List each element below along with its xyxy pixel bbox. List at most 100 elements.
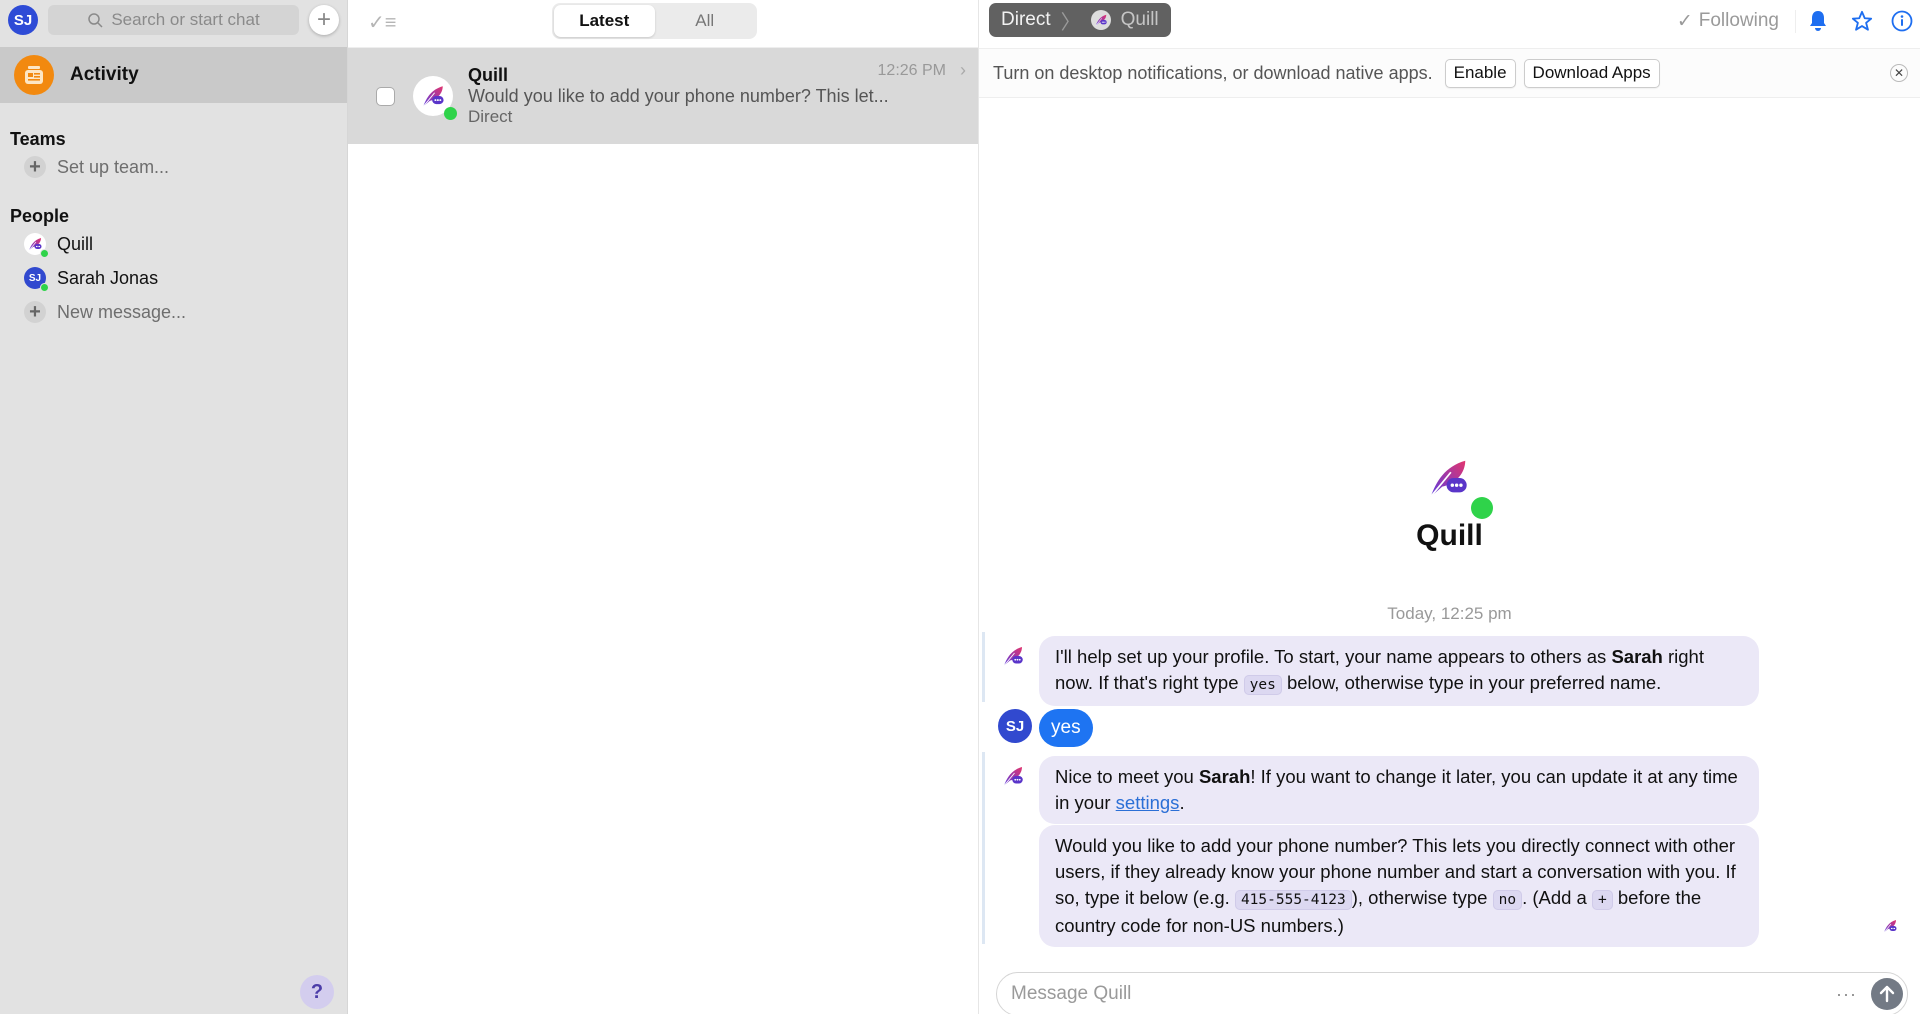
message-bold: Sarah [1611, 646, 1663, 667]
conversation-subtitle: Direct [468, 107, 513, 126]
message-bubble: Would you like to add your phone number?… [1039, 825, 1759, 947]
following-label: Following [1698, 10, 1779, 31]
tab-latest[interactable]: Latest [554, 5, 655, 37]
online-indicator [444, 107, 457, 120]
user-message-bubble: yes [1039, 709, 1093, 747]
app-window: SJ Search or start chat + Activity Teams… [0, 0, 1920, 1014]
chevron-right-icon: › [960, 60, 966, 80]
online-indicator [1470, 497, 1493, 519]
message-row: SJ yes [998, 709, 1093, 747]
message-row: Would you like to add your phone number?… [999, 825, 1759, 947]
conversation-item[interactable]: Quill Would you like to add your phone n… [348, 48, 978, 144]
sidebar-item-activity[interactable]: Activity [0, 47, 347, 103]
user-avatar: SJ [998, 709, 1032, 743]
message-row: I'll help set up your profile. To start,… [999, 636, 1759, 706]
avatar-initials: SJ [28, 272, 42, 284]
conversation-name: Quill [468, 65, 508, 85]
message-row: Nice to meet you Sarah! If you want to c… [999, 756, 1759, 824]
info-icon[interactable] [1884, 10, 1920, 32]
plus-icon: + [24, 156, 46, 178]
help-button[interactable]: ? [300, 975, 334, 1009]
activity-label: Activity [70, 64, 139, 85]
tab-all[interactable]: All [655, 5, 756, 37]
arrow-up-icon [1879, 985, 1895, 1003]
settings-link[interactable]: settings [1116, 792, 1180, 813]
message-text: ), otherwise type [1351, 887, 1493, 908]
user-avatar[interactable]: SJ [8, 5, 38, 35]
new-message-button[interactable]: + New message... [0, 295, 347, 329]
breadcrumb-current[interactable]: Quill [1121, 9, 1159, 31]
sidebar-item-label: Quill [57, 233, 94, 254]
chevron-right-icon: 〉 [1060, 11, 1081, 34]
quill-hero-avatar [1425, 455, 1493, 519]
notification-text: Turn on desktop notifications, or downlo… [993, 62, 1433, 83]
setup-team-button[interactable]: + Set up team... [0, 150, 347, 184]
sidebar-item-sarah-jonas[interactable]: SJ Sarah Jonas [0, 261, 347, 295]
thread-rail [982, 752, 985, 944]
read-receipt-quill-icon [1882, 918, 1898, 939]
message-bubble: Nice to meet you Sarah! If you want to c… [1039, 756, 1759, 824]
quill-icon [420, 83, 446, 109]
sidebar-item-quill[interactable]: Quill [0, 227, 347, 261]
more-options-icon[interactable]: ··· [1836, 984, 1857, 1005]
conversation-checkbox[interactable] [376, 86, 395, 106]
activity-icon [14, 55, 54, 95]
people-heading: People [10, 206, 70, 226]
search-input[interactable]: Search or start chat [48, 5, 299, 35]
inline-code: no [1492, 890, 1523, 910]
date-separator: Today, 12:25 pm [1387, 604, 1512, 623]
inline-code: yes [1243, 675, 1282, 695]
send-button[interactable] [1871, 978, 1903, 1010]
message-text: . [1179, 792, 1185, 813]
message-input[interactable] [1011, 983, 1837, 1005]
new-chat-button[interactable]: + [309, 5, 339, 35]
quill-icon [999, 642, 1027, 670]
message-text: I'll help set up your profile. To start,… [1055, 646, 1612, 667]
close-icon[interactable]: ✕ [1890, 64, 1908, 82]
message-bubble: I'll help set up your profile. To start,… [1039, 636, 1759, 706]
message-composer: ··· [996, 972, 1908, 1014]
quill-avatar [413, 76, 457, 120]
conversation-time: 12:26 PM [877, 62, 946, 79]
thread-rail [982, 632, 985, 702]
conversation-list-pane: ✓≡ Latest All Quill Would you like to ad… [348, 0, 979, 1014]
enable-notifications-button[interactable]: Enable [1444, 58, 1516, 88]
conversation-preview: Would you like to add your phone number?… [468, 86, 889, 106]
chat-header-actions: ✓ Following [1661, 0, 1920, 42]
download-apps-button[interactable]: Download Apps [1523, 58, 1660, 88]
quill-icon [1094, 13, 1108, 27]
message-text: below, otherwise type in your preferred … [1281, 672, 1662, 693]
message-text: . (Add a [1522, 887, 1592, 908]
conversation-list-toolbar: ✓≡ Latest All [348, 0, 978, 48]
sidebar-item-label: Sarah Jonas [57, 267, 159, 288]
sidebar: SJ Search or start chat + Activity Teams… [0, 0, 348, 1014]
setup-team-label: Set up team... [57, 156, 170, 177]
message-bold: Sarah [1198, 766, 1251, 787]
checkmark-icon: ✓ [1676, 10, 1693, 32]
inline-code: + [1592, 890, 1613, 910]
conversation-text: Quill Would you like to add your phone n… [468, 65, 889, 127]
search-placeholder: Search or start chat [111, 10, 260, 29]
chat-header: Direct 〉 Quill ✓ Following [979, 0, 1920, 48]
new-message-label: New message... [57, 301, 187, 322]
following-button[interactable]: ✓ Following [1661, 9, 1796, 33]
inline-code: 415-555-4123 [1234, 890, 1352, 910]
star-icon[interactable] [1840, 10, 1884, 32]
filter-segmented-control: Latest All [552, 3, 757, 39]
conversation-hero: Quill [979, 455, 1920, 553]
quill-icon [999, 762, 1027, 790]
plus-icon: + [24, 301, 46, 323]
teams-heading: Teams [10, 129, 66, 149]
hero-name: Quill [1416, 519, 1483, 552]
quill-avatar [24, 233, 49, 258]
breadcrumb-root[interactable]: Direct [1001, 9, 1051, 31]
search-icon [88, 13, 103, 28]
notification-banner: Turn on desktop notifications, or downlo… [979, 48, 1920, 98]
online-indicator [40, 249, 49, 258]
sidebar-top-bar: SJ Search or start chat + [0, 0, 347, 40]
online-indicator [40, 283, 49, 292]
sarah-avatar: SJ [24, 267, 49, 292]
mark-all-read-icon[interactable]: ✓≡ [368, 10, 396, 35]
plus-icon: + [316, 6, 331, 33]
bell-icon[interactable] [1796, 10, 1840, 32]
